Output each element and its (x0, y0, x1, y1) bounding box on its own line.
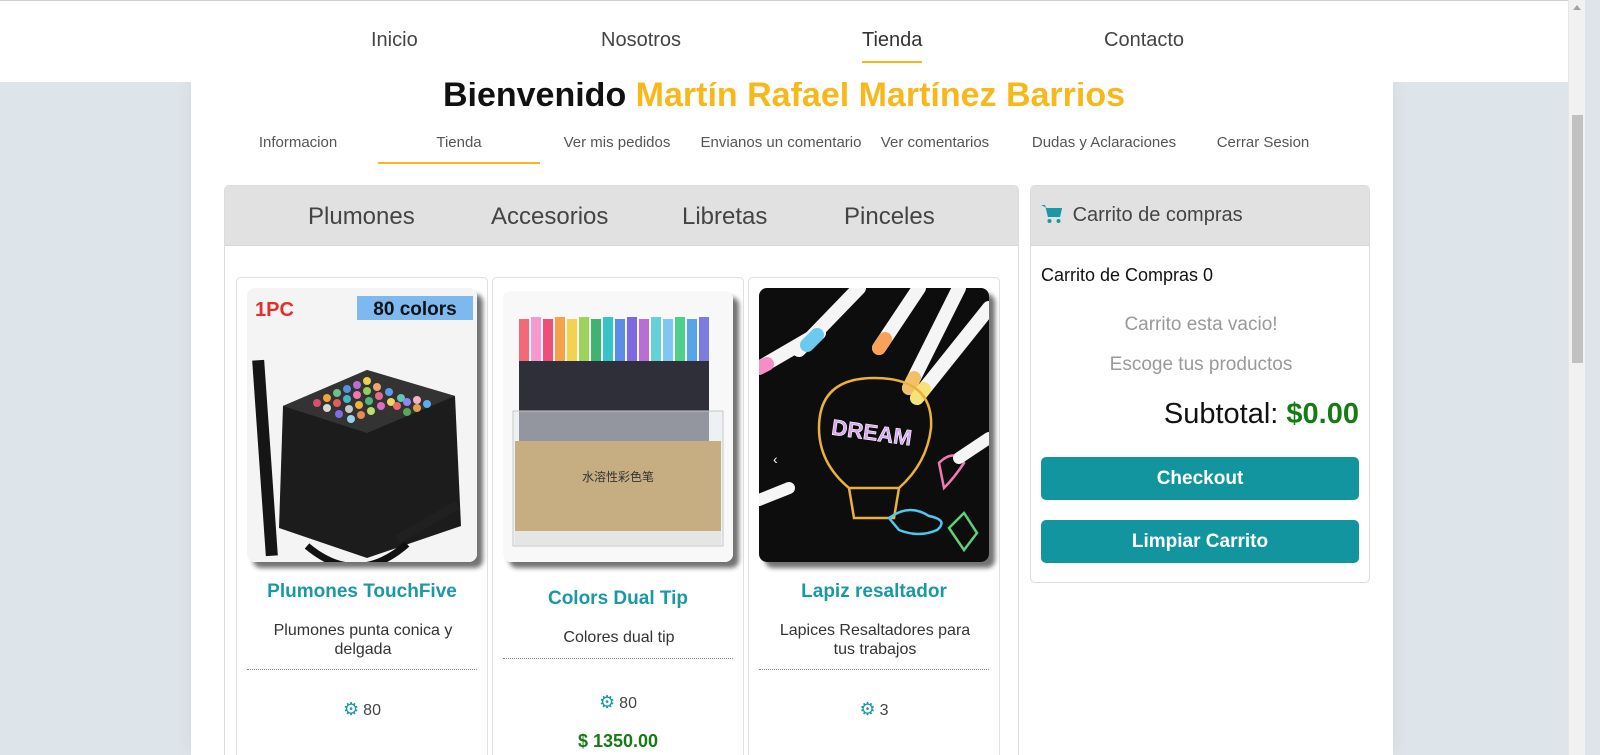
subnav-tienda[interactable]: Tienda (378, 134, 540, 164)
subnav-ver-comentarios[interactable]: Ver comentarios (854, 134, 1016, 151)
cart-empty-message: Carrito esta vacio! (1124, 314, 1278, 335)
product-price: $ 1350.00 (577, 731, 659, 751)
carousel-prev-icon[interactable]: ‹ (773, 451, 778, 467)
product-card: 1PC 80 colors Plumones TouchFive Plumone… (236, 277, 488, 755)
product-card: DREAM ‹ › Lapiz resaltador Lapices Resal… (748, 277, 1000, 755)
scroll-up-icon[interactable] (1573, 5, 1581, 10)
scrollbar-thumb[interactable] (1572, 115, 1583, 363)
product-stock: ⚙ 3 (749, 699, 999, 720)
product-description: Plumones punta conica y delgada (273, 622, 453, 658)
tab-plumones[interactable]: Plumones (308, 203, 415, 231)
tab-pinceles[interactable]: Pinceles (844, 203, 935, 231)
product-divider (759, 669, 989, 670)
nav-inicio[interactable]: Inicio (371, 29, 418, 52)
badge-1pc: 1PC (255, 299, 294, 321)
product-image[interactable]: 水溶性彩色笔 (503, 291, 733, 562)
cart-title: Carrito de compras (1072, 204, 1243, 226)
cart-icon (1041, 204, 1073, 226)
checkout-button[interactable]: Checkout (1041, 457, 1359, 500)
product-description: Colores dual tip (563, 629, 675, 646)
cart-empty-hint: Escoge tus productos (1109, 354, 1293, 375)
product-divider (247, 669, 477, 670)
product-description: Lapices Resaltadores para tus trabajos (779, 622, 971, 658)
product-name[interactable]: Plumones TouchFive (237, 581, 487, 603)
page-scrollbar[interactable] (1568, 0, 1585, 755)
subnav-informacion[interactable]: Informacion (217, 134, 379, 151)
product-stock-value: 80 (619, 695, 637, 712)
gear-icon: ⚙ (343, 699, 360, 719)
nav-nosotros[interactable]: Nosotros (601, 29, 681, 52)
category-tabs: Plumones Accesorios Libretas Pinceles (225, 186, 1018, 246)
subtotal-label: Subtotal: (1163, 398, 1279, 430)
product-stock-value: 3 (879, 702, 889, 719)
subnav-ver-mis-pedidos[interactable]: Ver mis pedidos (536, 134, 698, 151)
subnav-dudas-aclaraciones[interactable]: Dudas y Aclaraciones (1014, 134, 1194, 151)
product-card: 水溶性彩色笔 Colors Dual Tip Colores dual tip … (492, 277, 744, 755)
product-stock-value: 80 (363, 702, 381, 719)
nav-contacto[interactable]: Contacto (1104, 29, 1184, 52)
catalog-card: Plumones Accesorios Libretas Pinceles 1P… (224, 185, 1019, 755)
shopping-cart: Carrito de compras Carrito de Compras 0 … (1030, 185, 1370, 583)
product-carousel[interactable]: DREAM (759, 288, 989, 562)
product-stock: ⚙ 80 (493, 692, 743, 713)
product-name[interactable]: Lapiz resaltador (749, 581, 999, 603)
carousel-next-icon[interactable]: › (959, 451, 964, 467)
product-stock: ⚙ 80 (237, 699, 487, 720)
cart-header: Carrito de compras (1031, 186, 1369, 246)
gear-icon: ⚙ (859, 699, 876, 719)
clear-cart-button[interactable]: Limpiar Carrito (1041, 520, 1359, 563)
svg-text:水溶性彩色笔: 水溶性彩色笔 (582, 469, 654, 484)
top-navigation: Inicio Nosotros Tienda Contacto (0, 0, 1568, 82)
account-subnav: Informacion Tienda Ver mis pedidos Envia… (225, 134, 1325, 164)
badge-80-colors: 80 colors (373, 299, 456, 320)
cart-subtotal: Subtotal: $0.00 (1164, 398, 1359, 431)
nav-tienda[interactable]: Tienda (862, 29, 922, 63)
gear-icon: ⚙ (599, 692, 616, 712)
subnav-cerrar-sesion[interactable]: Cerrar Sesion (1182, 134, 1344, 151)
product-divider (503, 658, 733, 659)
tab-libretas[interactable]: Libretas (682, 203, 767, 231)
nav-tienda-label: Tienda (862, 29, 923, 51)
subtotal-value: $0.00 (1286, 398, 1359, 430)
product-name[interactable]: Colors Dual Tip (493, 588, 743, 610)
subnav-envianos-comentario[interactable]: Envianos un comentario (691, 134, 871, 151)
product-image[interactable]: 1PC 80 colors (247, 288, 477, 562)
tab-accesorios[interactable]: Accesorios (491, 203, 608, 231)
cart-count: Carrito de Compras 0 (1041, 265, 1214, 285)
